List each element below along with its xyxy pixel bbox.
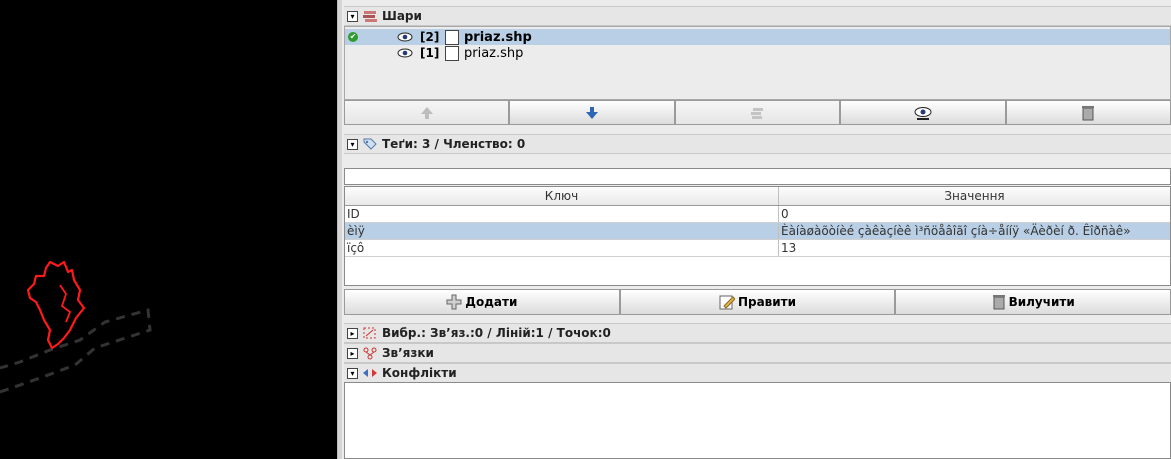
relations-title: Зв’язки <box>382 346 434 360</box>
map-canvas <box>0 260 152 394</box>
table-row[interactable]: èìÿ Èàíàøàõòíèé çàêàçíèê ì³ñöåâîãî çíà÷å… <box>345 223 1170 240</box>
selection-header[interactable]: ▸ Вибр.: Зв’яз.:0 / Ліній:1 / Точок:0 <box>344 323 1171 343</box>
merge-button[interactable] <box>674 100 841 125</box>
collapse-toggle-icon[interactable]: ▾ <box>347 10 358 22</box>
conflicts-title: Конфлікти <box>382 366 457 380</box>
tag-key: èìÿ <box>345 223 779 239</box>
tags-table: Ключ Значення ID 0 èìÿ Èàíàøàõòíèé çàêàç… <box>344 186 1171 286</box>
add-label: Додати <box>465 295 518 309</box>
selected-polygon-feature <box>26 260 86 350</box>
edit-label: Правити <box>737 295 797 309</box>
relations-header[interactable]: ▸ Зв’язки <box>344 343 1171 363</box>
eye-icon[interactable] <box>397 32 413 42</box>
column-header-key[interactable]: Ключ <box>345 187 779 205</box>
trash-icon <box>1082 105 1095 120</box>
edit-icon <box>719 295 735 310</box>
collapse-toggle-icon[interactable]: ▾ <box>347 138 358 150</box>
conflict-icon <box>362 366 378 380</box>
table-header: Ключ Значення <box>345 187 1170 206</box>
selection-title: Вибр.: Зв’яз.:0 / Ліній:1 / Точок:0 <box>382 326 611 340</box>
tag-value: 13 <box>781 241 797 255</box>
move-down-button[interactable] <box>509 100 675 125</box>
tag-value: Èàíàøàõòíèé çàêàçíèê ì³ñöåâîãî çíà÷åííÿ … <box>781 224 1131 238</box>
merge-layers-icon <box>750 107 763 119</box>
layer-row[interactable]: [1] priaz.shp <box>345 45 1170 61</box>
trash-icon <box>992 295 1005 310</box>
tag-actions: Додати Правити Вилучити <box>344 289 1171 315</box>
tag-icon <box>362 137 378 151</box>
visibility-icon <box>914 106 932 120</box>
conflicts-list[interactable] <box>344 382 1171 459</box>
layer-index: [2] <box>420 30 440 44</box>
table-row[interactable]: ïçô 13 <box>345 240 1170 257</box>
toggle-visibility-button[interactable] <box>840 100 1006 125</box>
file-layer-icon <box>445 45 459 61</box>
active-check-icon: ✔ <box>348 32 358 42</box>
layer-list[interactable]: ✔ [2] priaz.shp [1] priaz.shp <box>344 26 1171 100</box>
layers-header[interactable]: ▾ Шари <box>344 6 1171 26</box>
layer-name: priaz.shp <box>464 29 532 45</box>
delete-tag-button[interactable]: Вилучити <box>895 289 1171 315</box>
column-header-value[interactable]: Значення <box>779 187 1170 205</box>
delete-label: Вилучити <box>1008 295 1075 309</box>
tags-title: Теґи: 3 / Членство: 0 <box>382 137 526 151</box>
arrow-up-icon <box>420 106 433 119</box>
tags-header[interactable]: ▾ Теґи: 3 / Членство: 0 <box>344 134 1171 154</box>
map-view[interactable] <box>0 0 337 459</box>
plus-icon <box>446 294 462 310</box>
tag-value: 0 <box>781 207 789 221</box>
table-row[interactable]: ID 0 <box>345 206 1170 223</box>
tag-key: ID <box>345 206 779 222</box>
selection-icon <box>362 326 378 340</box>
layers-icon <box>362 9 378 23</box>
delete-layer-button[interactable] <box>1005 100 1171 125</box>
layer-toolbar <box>344 100 1171 125</box>
side-panel: ▾ Шари ✔ [2] priaz.shp [1] priaz.shp ▾ Т… <box>342 0 1171 459</box>
eye-icon[interactable] <box>397 48 413 58</box>
layers-title: Шари <box>382 9 422 23</box>
file-layer-icon <box>445 29 459 45</box>
move-up-button[interactable] <box>344 100 510 125</box>
edit-tag-button[interactable]: Правити <box>619 289 896 315</box>
add-tag-button[interactable]: Додати <box>344 289 620 315</box>
relations-icon <box>362 346 378 360</box>
expand-toggle-icon[interactable]: ▸ <box>347 347 358 359</box>
layer-name: priaz.shp <box>464 45 524 61</box>
tag-filter-input[interactable] <box>344 168 1171 185</box>
layer-index: [1] <box>420 46 440 60</box>
collapse-toggle-icon[interactable]: ▾ <box>347 367 358 379</box>
expand-toggle-icon[interactable]: ▸ <box>347 327 358 339</box>
conflicts-header[interactable]: ▾ Конфлікти <box>344 363 1171 383</box>
layer-row[interactable]: ✔ [2] priaz.shp <box>345 29 1170 45</box>
arrow-down-icon <box>586 106 599 119</box>
tag-key: ïçô <box>345 240 779 256</box>
